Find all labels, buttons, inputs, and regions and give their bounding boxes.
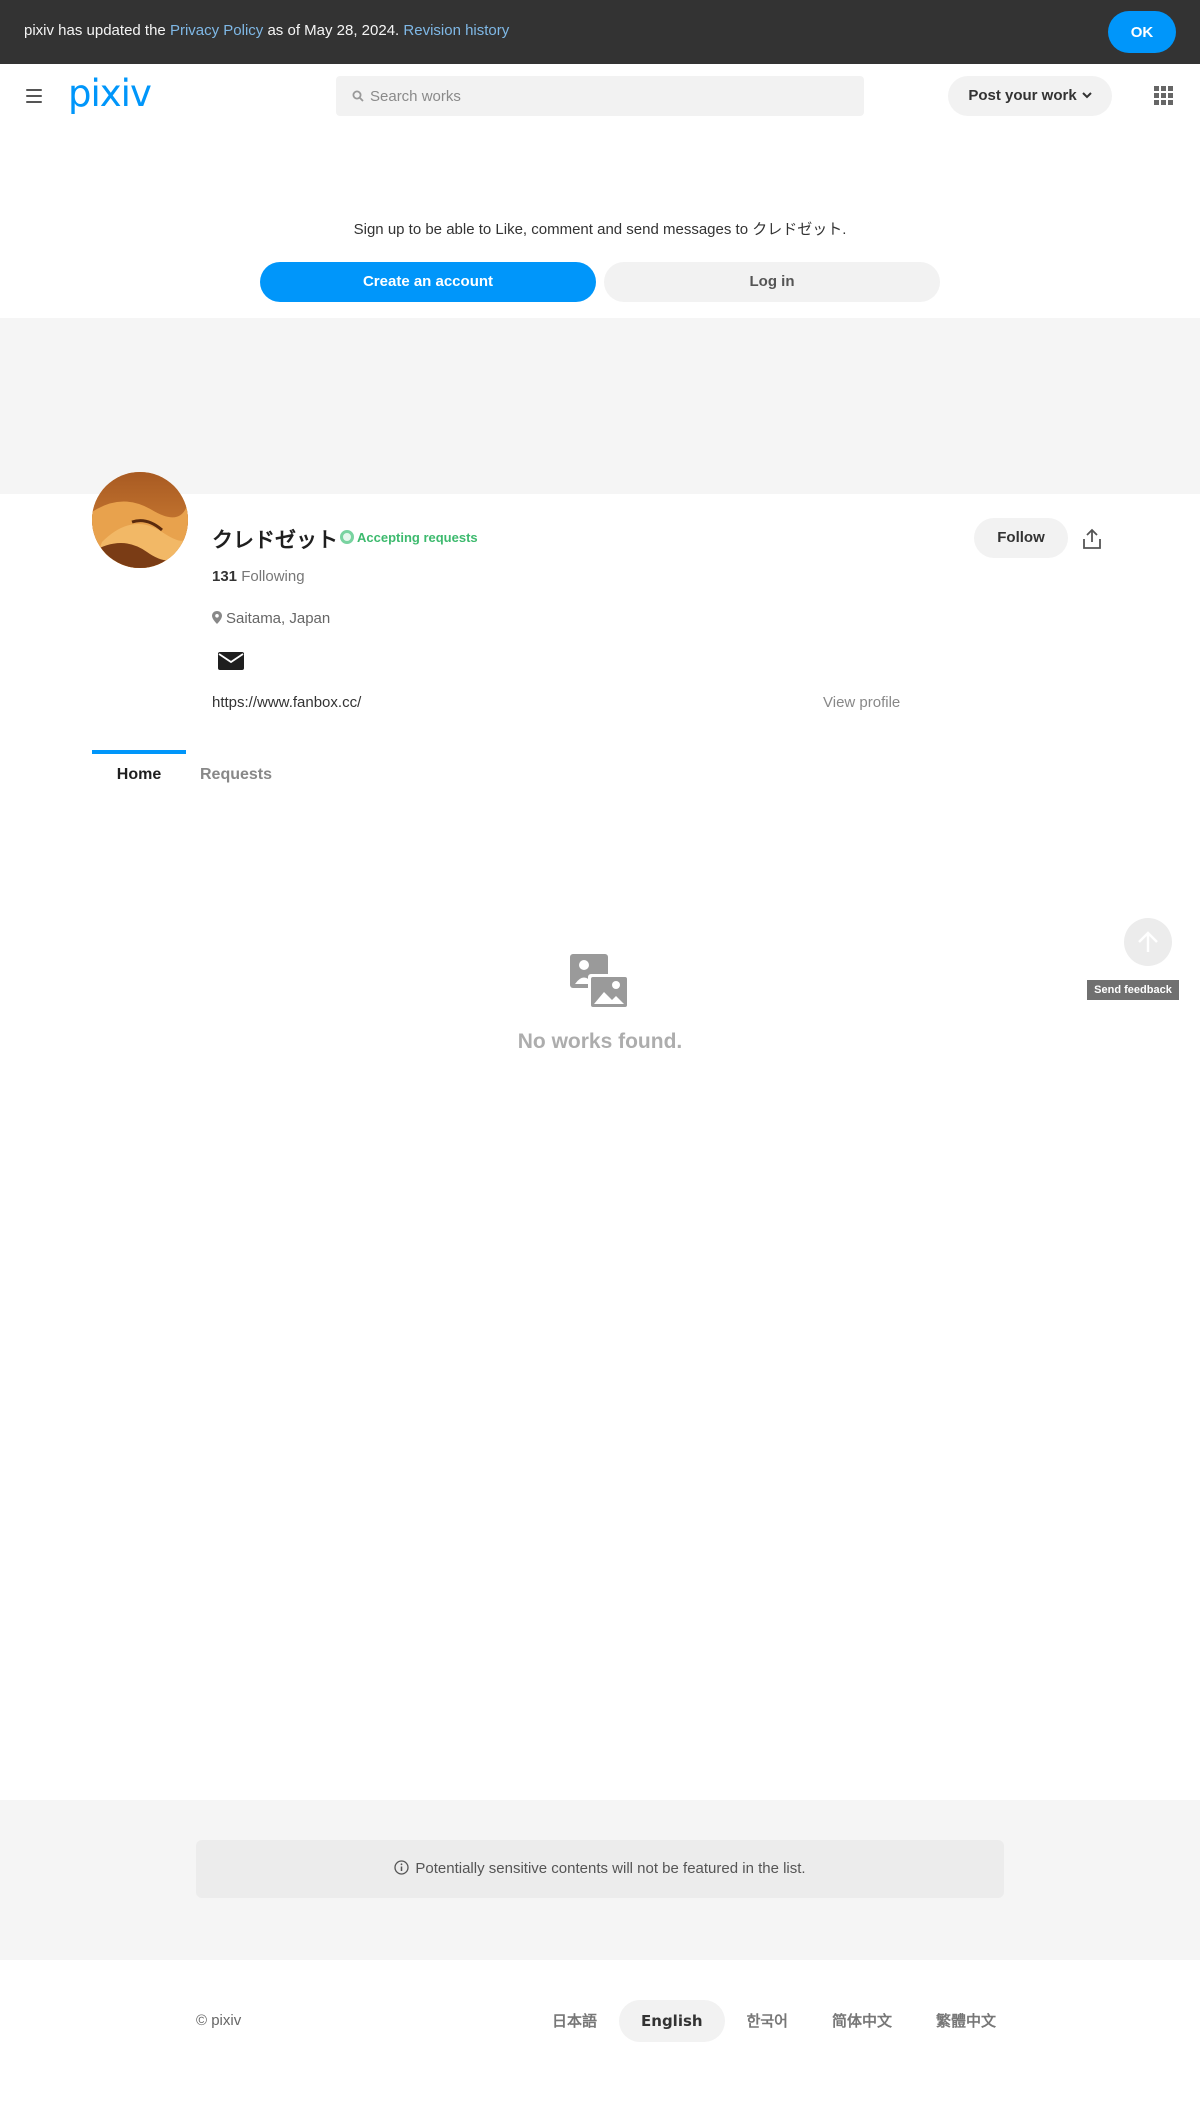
revision-history-link[interactable]: Revision history bbox=[403, 22, 509, 39]
notice-prefix: pixiv has updated the bbox=[24, 22, 170, 39]
policy-notice-text: pixiv has updated the Privacy Policy as … bbox=[24, 22, 509, 39]
requests-icon bbox=[340, 530, 354, 544]
profile-cover bbox=[0, 318, 1200, 494]
search-input[interactable] bbox=[370, 76, 850, 116]
follow-button[interactable]: Follow bbox=[974, 518, 1068, 558]
location: Saitama, Japan bbox=[212, 610, 330, 627]
app-grid-icon[interactable] bbox=[1154, 86, 1174, 106]
view-profile-link[interactable]: View profile bbox=[823, 694, 900, 711]
notice-middle: as of May 28, 2024. bbox=[263, 22, 404, 39]
post-your-work-label: Post your work bbox=[968, 87, 1077, 104]
language-option-japanese[interactable]: 日本語 bbox=[530, 2000, 619, 2042]
post-your-work-button[interactable]: Post your work bbox=[948, 76, 1112, 116]
policy-notice-bar: pixiv has updated the Privacy Policy as … bbox=[0, 0, 1200, 64]
tab-requests[interactable]: Requests bbox=[200, 766, 272, 784]
location-pin-icon bbox=[212, 611, 222, 624]
share-icon[interactable] bbox=[1082, 528, 1102, 550]
avatar-image bbox=[92, 472, 188, 568]
language-option-korean[interactable]: 한국어 bbox=[725, 2000, 810, 2042]
website-link[interactable]: https://www.fanbox.cc/ bbox=[212, 694, 361, 711]
user-name: クレドゼット bbox=[212, 528, 338, 552]
mail-icon[interactable] bbox=[218, 652, 244, 670]
location-text: Saitama, Japan bbox=[226, 610, 331, 627]
active-tab-indicator bbox=[92, 750, 186, 754]
search-icon bbox=[352, 90, 364, 102]
sensitive-notice-text: Potentially sensitive contents will not … bbox=[415, 1860, 806, 1877]
search-box[interactable] bbox=[336, 76, 864, 116]
chevron-down-icon bbox=[1081, 92, 1092, 99]
send-feedback-button[interactable]: Send feedback bbox=[1087, 980, 1179, 1000]
arrow-up-icon bbox=[1138, 931, 1158, 952]
avatar[interactable] bbox=[92, 472, 188, 568]
copyright: © pixiv bbox=[196, 2012, 242, 2029]
following-count-link[interactable]: 131 Following bbox=[212, 568, 305, 585]
menu-icon[interactable] bbox=[26, 89, 44, 103]
tab-home[interactable]: Home bbox=[92, 750, 186, 792]
accepting-requests-label: Accepting requests bbox=[357, 530, 478, 545]
pixiv-logo[interactable]: pixiv bbox=[68, 72, 152, 115]
notice-ok-button[interactable]: OK bbox=[1108, 11, 1176, 53]
accepting-requests-badge[interactable]: Accepting requests bbox=[340, 530, 478, 545]
no-works-icon bbox=[570, 954, 630, 1010]
site-header: pixiv Post your work bbox=[0, 64, 1200, 128]
language-option-english[interactable]: English bbox=[619, 2000, 725, 2042]
tab-home-label: Home bbox=[116, 766, 162, 783]
following-count: 131 bbox=[212, 568, 238, 585]
create-account-button[interactable]: Create an account bbox=[260, 262, 596, 302]
no-works-message: No works found. bbox=[517, 1030, 683, 1053]
language-option-simplified-chinese[interactable]: 简体中文 bbox=[810, 2000, 914, 2042]
language-selector: 日本語 English 한국어 简体中文 繁體中文 bbox=[530, 2000, 1018, 2042]
scroll-to-top-button[interactable] bbox=[1124, 918, 1172, 966]
following-label: Following bbox=[237, 568, 305, 585]
privacy-policy-link[interactable]: Privacy Policy bbox=[170, 22, 263, 39]
sensitive-content-notice: Potentially sensitive contents will not … bbox=[196, 1840, 1004, 1898]
signup-message: Sign up to be able to Like, comment and … bbox=[353, 221, 847, 238]
language-option-traditional-chinese[interactable]: 繁體中文 bbox=[914, 2000, 1018, 2042]
info-icon bbox=[394, 1860, 410, 1875]
login-button[interactable]: Log in bbox=[604, 262, 940, 302]
